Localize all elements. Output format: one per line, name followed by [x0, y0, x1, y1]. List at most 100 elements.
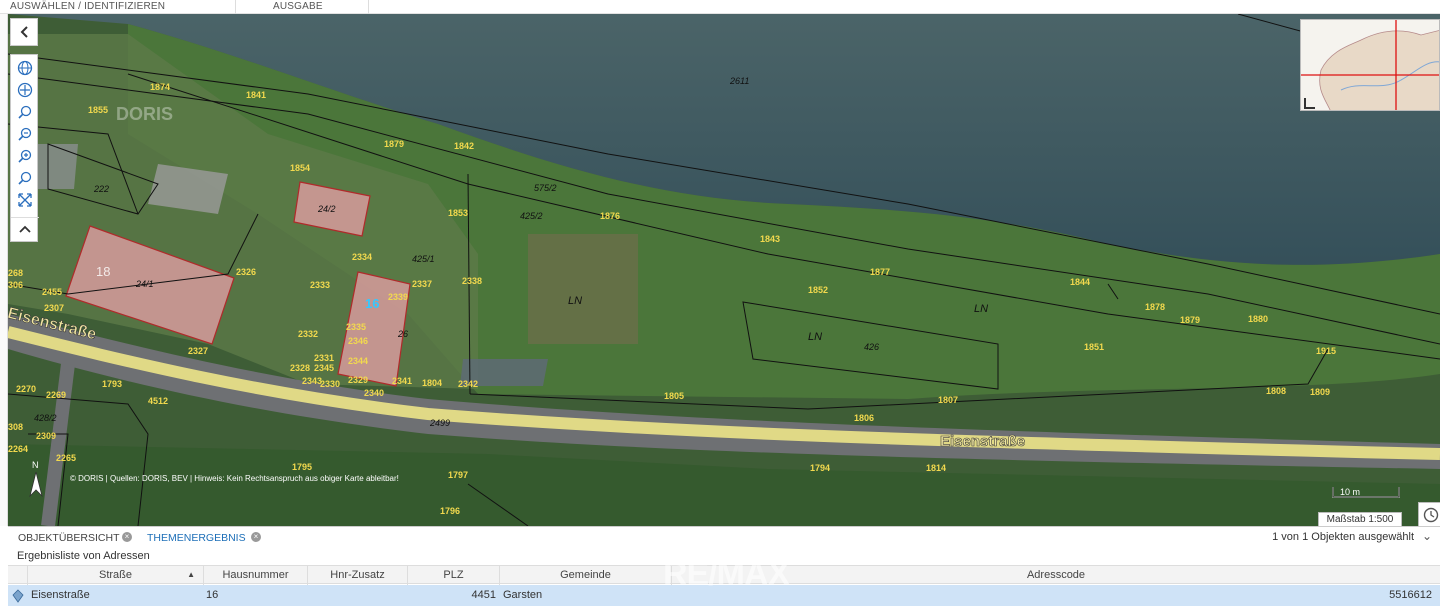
- parcel-number-label: 2339: [388, 292, 408, 302]
- tab-theme-result[interactable]: THEMENERGEBNIS: [147, 532, 246, 544]
- parcel-number-label: 1805: [664, 391, 684, 401]
- svg-text:N: N: [32, 460, 39, 470]
- chevron-down-icon[interactable]: ⌄: [1422, 529, 1432, 543]
- parcel-number-label: 425/1: [412, 254, 435, 264]
- parcel-number-label: 1842: [454, 141, 474, 151]
- doris-logo: DORIS: [116, 104, 173, 124]
- house-number-label: 18: [96, 264, 110, 279]
- parcel-number-label: 2335: [346, 322, 366, 332]
- parcel-number-label: 2332: [298, 329, 318, 339]
- parcel-number-label: 2344: [348, 356, 368, 366]
- parcel-number-label: 2611: [729, 76, 749, 86]
- parcel-number-label: 2455: [42, 287, 62, 297]
- parcel-number-label: 1794: [810, 463, 830, 473]
- parcel-number-label: 1797: [448, 470, 468, 480]
- parcel-number-label: 1878: [1145, 302, 1165, 312]
- parcel-number-label: 308: [8, 422, 23, 432]
- parcel-number-label: 4512: [148, 396, 168, 406]
- tab-output[interactable]: AUSGABE: [273, 0, 369, 14]
- parcel-number-label: 1795: [292, 462, 312, 472]
- chevron-left-icon: [20, 26, 28, 38]
- parcel-number-label: 1854: [290, 163, 310, 173]
- parcel-number-label: 1853: [448, 208, 468, 218]
- zoom-in-icon[interactable]: [11, 101, 39, 123]
- parcel-number-label: 2346: [348, 336, 368, 346]
- parcel-number-label: 1807: [938, 395, 958, 405]
- close-tab-icon[interactable]: ×: [122, 532, 132, 542]
- cell-strasse: Eisenstraße: [31, 589, 90, 601]
- parcel-number-label: 1844: [1070, 277, 1090, 287]
- parcel-number-label: 268: [8, 268, 23, 278]
- parcel-number-label: 26: [397, 329, 408, 339]
- parcel-number-label: 2264: [8, 444, 28, 454]
- chevron-up-icon[interactable]: [11, 217, 39, 239]
- parcel-number-label: 1915: [1316, 346, 1336, 356]
- tab-object-overview[interactable]: OBJEKTÜBERSICHT: [18, 532, 120, 544]
- zoom-out-icon[interactable]: [11, 123, 39, 145]
- parcel-number-label: 2307: [44, 303, 64, 313]
- house-number-label-selected: 16: [365, 296, 379, 311]
- cell-gemeinde: Garsten: [503, 589, 543, 601]
- collapse-panel-button[interactable]: [10, 18, 38, 46]
- parcel-number-label: 2337: [412, 279, 432, 289]
- parcel-number-label: 1880: [1248, 314, 1268, 324]
- parcel-number-label: 1808: [1266, 386, 1286, 396]
- parcel-number-label: 428/2: [34, 413, 57, 423]
- parcel-number-label: 425/2: [520, 211, 543, 221]
- globe-nav-icon[interactable]: [11, 79, 39, 101]
- column-header-gemeinde[interactable]: Gemeinde: [500, 566, 672, 585]
- cell-hausnummer: 16: [206, 589, 219, 601]
- parcel-number-label: 1855: [88, 105, 108, 115]
- parcel-number-label: 2341: [392, 376, 412, 386]
- top-tab-bar: AUSWÄHLEN / IDENTIFIZIEREN AUSGABE: [0, 0, 1440, 14]
- parcel-number-label: 2265: [56, 453, 76, 463]
- column-header-plz[interactable]: PLZ: [408, 566, 500, 585]
- parcel-number-label: 2326: [236, 267, 256, 277]
- parcel-number-label: 1851: [1084, 342, 1104, 352]
- zoom-back-icon[interactable]: [11, 167, 39, 189]
- tab-select-identify[interactable]: AUSWÄHLEN / IDENTIFIZIEREN: [10, 0, 236, 14]
- parcel-number-label: 1852: [808, 285, 828, 295]
- parcel-number-label: 2499: [429, 418, 450, 428]
- parcel-number-label: 1814: [926, 463, 946, 473]
- parcel-number-label: 1804: [422, 378, 442, 388]
- parcel-number-label: 2329: [348, 375, 368, 385]
- parcel-number-label: 2309: [36, 431, 56, 441]
- parcel-number-label: 2327: [188, 346, 208, 356]
- road-label-right: Eisenstraße: [940, 433, 1025, 450]
- close-tab-icon[interactable]: ×: [251, 532, 261, 542]
- map-canvas[interactable]: DORIS Eisenstraße Eisenstraße LN LN LN 1…: [8, 14, 1440, 526]
- zoom-region-icon[interactable]: [11, 145, 39, 167]
- column-header-hausnummer[interactable]: Hausnummer: [204, 566, 308, 585]
- cell-plz: 4451: [471, 589, 496, 601]
- scale-bar: 10 m: [1332, 485, 1400, 499]
- parcel-number-label: 24/2: [317, 204, 336, 214]
- cell-hnr-zusatz: [310, 585, 406, 606]
- header-icon-column: [8, 566, 28, 585]
- bare-soil-patch: [528, 234, 638, 344]
- parcel-number-label: 575/2: [534, 183, 557, 193]
- parcel-number-label: 1793: [102, 379, 122, 389]
- parcel-number-label: 1809: [1310, 387, 1330, 397]
- full-extent-icon[interactable]: [11, 189, 39, 211]
- parcel-number-label: 1843: [760, 234, 780, 244]
- overview-map[interactable]: [1300, 19, 1440, 111]
- selection-count: 1 von 1 Objekten ausgewählt: [1272, 531, 1414, 543]
- result-panel: OBJEKTÜBERSICHT × THEMENERGEBNIS × 1 von…: [8, 526, 1440, 608]
- parcel-number-label: 2331: [314, 353, 334, 363]
- remax-watermark: RE/MAX: [663, 555, 790, 593]
- clock-icon: [1423, 507, 1439, 523]
- column-header-hnr-zusatz[interactable]: Hnr-Zusatz: [308, 566, 408, 585]
- parcel-number-label: 1796: [440, 506, 460, 516]
- history-button[interactable]: [1418, 502, 1440, 528]
- gis-viewer: AUSWÄHLEN / IDENTIFIZIEREN AUSGABE DORIS…: [0, 0, 1440, 608]
- globe-icon[interactable]: [11, 57, 39, 79]
- parcel-number-label: 2328: [290, 363, 310, 373]
- address-marker-icon: [11, 585, 27, 606]
- sort-asc-icon: ▲: [187, 570, 195, 579]
- left-panel-strip: [0, 14, 8, 526]
- parcel-number-label: 2333: [310, 280, 330, 290]
- land-use-label: LN: [974, 303, 988, 315]
- column-header-strasse[interactable]: Straße ▲: [28, 566, 204, 585]
- parcel-number-label: 2340: [364, 388, 384, 398]
